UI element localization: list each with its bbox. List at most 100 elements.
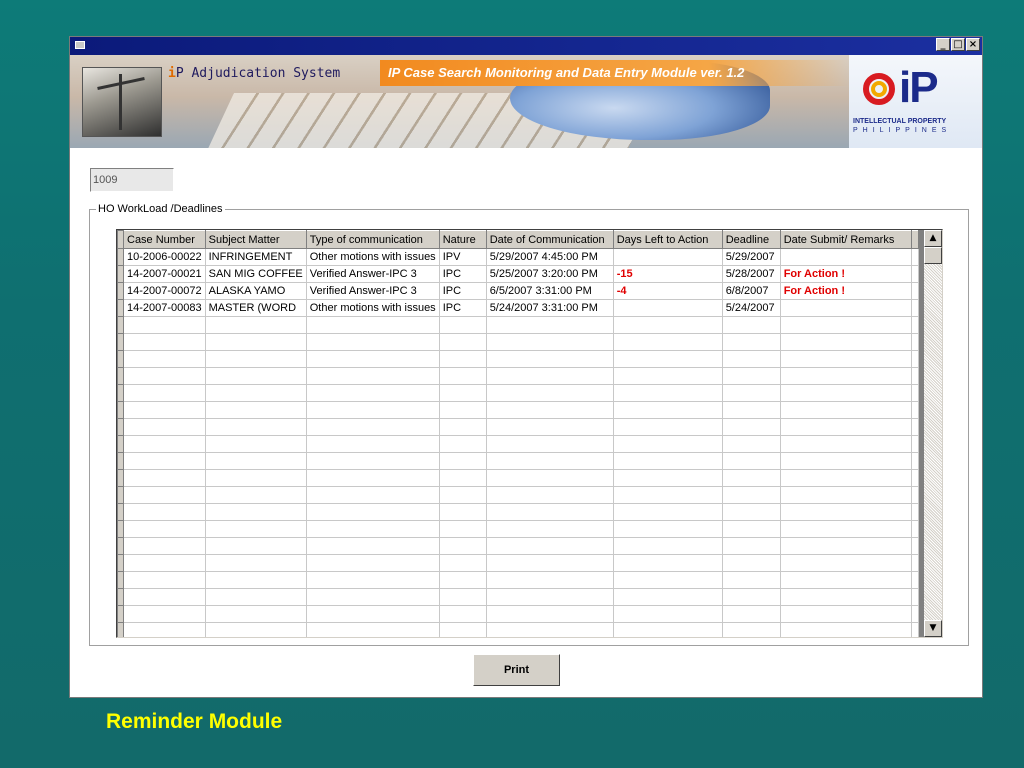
table-cell[interactable] (123, 605, 206, 623)
table-row[interactable] (117, 401, 919, 419)
table-cell[interactable] (438, 384, 487, 402)
table-cell[interactable]: -15 (612, 265, 723, 283)
table-cell[interactable]: 5/24/2007 3:31:00 PM (485, 299, 614, 317)
table-row[interactable] (117, 520, 919, 538)
table-cell[interactable] (438, 418, 487, 436)
table-cell[interactable] (123, 571, 206, 589)
table-cell[interactable] (438, 520, 487, 538)
table-cell[interactable] (305, 605, 440, 623)
table-cell[interactable] (438, 503, 487, 521)
table-cell[interactable] (721, 333, 781, 351)
table-cell[interactable] (721, 554, 781, 572)
print-button[interactable]: Print (473, 654, 560, 686)
table-cell[interactable] (204, 350, 307, 368)
table-cell[interactable] (612, 554, 723, 572)
table-cell[interactable] (123, 316, 206, 334)
table-cell[interactable] (779, 588, 912, 606)
table-cell[interactable] (485, 452, 614, 470)
table-cell[interactable] (438, 622, 487, 637)
table-cell[interactable] (485, 554, 614, 572)
table-cell[interactable]: For Action ! (779, 282, 912, 300)
table-cell[interactable] (305, 401, 440, 419)
table-cell[interactable]: IPV (438, 248, 487, 266)
table-cell[interactable] (123, 350, 206, 368)
table-cell[interactable] (123, 418, 206, 436)
table-cell[interactable] (612, 299, 723, 317)
table-cell[interactable] (123, 469, 206, 487)
table-cell[interactable] (305, 350, 440, 368)
table-cell[interactable] (438, 469, 487, 487)
col-header-remarks[interactable]: Date Submit/ Remarks (779, 230, 912, 249)
table-cell[interactable] (612, 384, 723, 402)
table-cell[interactable] (721, 605, 781, 623)
table-cell[interactable]: SAN MIG COFFEE (204, 265, 307, 283)
table-cell[interactable] (305, 520, 440, 538)
table-cell[interactable] (123, 503, 206, 521)
table-cell[interactable] (123, 452, 206, 470)
table-row[interactable] (117, 605, 919, 623)
table-cell[interactable] (721, 316, 781, 334)
table-cell[interactable] (485, 333, 614, 351)
table-cell[interactable]: IPC (438, 265, 487, 283)
table-cell[interactable] (123, 622, 206, 637)
table-cell[interactable] (204, 333, 307, 351)
table-cell[interactable] (779, 520, 912, 538)
col-header-communication-type[interactable]: Type of communication (305, 230, 440, 249)
table-cell[interactable] (612, 622, 723, 637)
scroll-down-button[interactable]: ▼ (924, 620, 942, 637)
maximize-button[interactable]: □ (951, 38, 965, 51)
table-cell[interactable] (204, 435, 307, 453)
table-cell[interactable] (721, 537, 781, 555)
table-cell[interactable] (485, 520, 614, 538)
table-cell[interactable] (438, 452, 487, 470)
table-cell[interactable] (721, 571, 781, 589)
table-row[interactable] (117, 469, 919, 487)
table-cell[interactable] (779, 537, 912, 555)
table-cell[interactable] (612, 367, 723, 385)
table-cell[interactable]: MASTER (WORD (204, 299, 307, 317)
table-cell[interactable] (612, 452, 723, 470)
table-cell[interactable] (305, 588, 440, 606)
table-cell[interactable]: 14-2007-00021 (123, 265, 206, 283)
table-cell[interactable] (123, 588, 206, 606)
table-cell[interactable] (204, 605, 307, 623)
scroll-thumb[interactable] (924, 247, 942, 264)
table-cell[interactable] (779, 384, 912, 402)
table-cell[interactable] (612, 520, 723, 538)
table-row[interactable] (117, 333, 919, 351)
table-cell[interactable] (438, 435, 487, 453)
table-cell[interactable] (779, 350, 912, 368)
table-cell[interactable]: Verified Answer-IPC 3 (305, 282, 440, 300)
table-cell[interactable] (305, 435, 440, 453)
table-cell[interactable] (485, 350, 614, 368)
table-cell[interactable] (123, 333, 206, 351)
table-cell[interactable] (305, 452, 440, 470)
col-header-days-left[interactable]: Days Left to Action (612, 230, 723, 249)
table-cell[interactable] (305, 469, 440, 487)
table-cell[interactable] (612, 486, 723, 504)
table-cell[interactable] (204, 401, 307, 419)
user-id-field[interactable]: 1009 (90, 168, 174, 192)
table-cell[interactable] (779, 622, 912, 637)
table-cell[interactable]: Verified Answer-IPC 3 (305, 265, 440, 283)
table-cell[interactable]: 6/5/2007 3:31:00 PM (485, 282, 614, 300)
table-cell[interactable] (438, 486, 487, 504)
table-cell[interactable] (612, 401, 723, 419)
table-cell[interactable]: 10-2006-00022 (123, 248, 206, 266)
table-cell[interactable] (485, 571, 614, 589)
table-row[interactable] (117, 418, 919, 436)
table-cell[interactable] (485, 605, 614, 623)
table-cell[interactable] (721, 350, 781, 368)
table-cell[interactable] (123, 367, 206, 385)
table-row[interactable] (117, 571, 919, 589)
table-cell[interactable] (612, 333, 723, 351)
table-row[interactable] (117, 316, 919, 334)
table-cell[interactable] (305, 333, 440, 351)
table-cell[interactable] (721, 588, 781, 606)
table-row[interactable] (117, 452, 919, 470)
table-cell[interactable] (305, 503, 440, 521)
table-cell[interactable] (779, 469, 912, 487)
close-button[interactable]: × (966, 38, 980, 51)
minimize-button[interactable]: _ (936, 38, 950, 51)
table-cell[interactable] (779, 486, 912, 504)
